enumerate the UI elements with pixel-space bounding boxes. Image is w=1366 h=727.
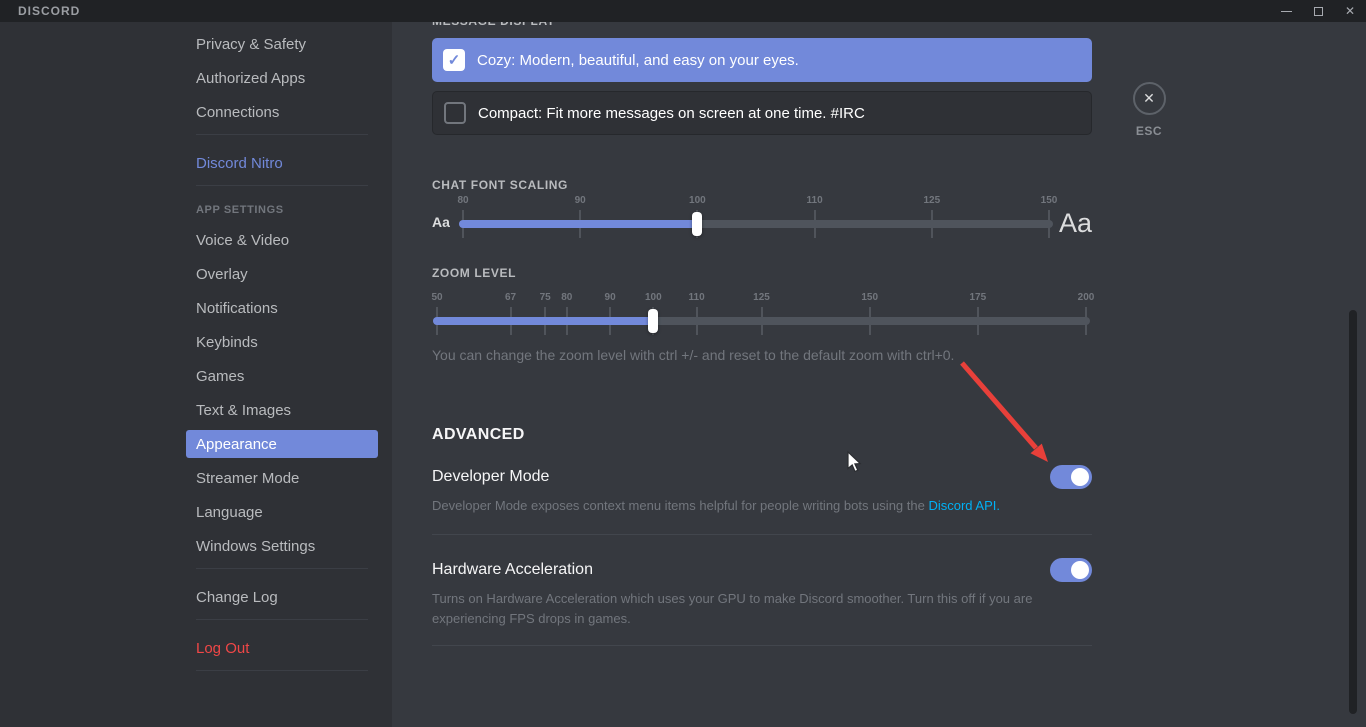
tick-label: 110 xyxy=(807,195,823,206)
description-text: Developer Mode exposes context menu item… xyxy=(432,498,928,513)
zoom-level-track[interactable] xyxy=(433,317,1090,325)
check-icon: ✓ xyxy=(448,51,461,69)
tick-label: 110 xyxy=(689,292,705,303)
close-settings-button[interactable]: ✕ xyxy=(1133,82,1166,115)
slider-fill xyxy=(459,220,699,228)
tick-label: 75 xyxy=(540,292,551,303)
tick-label: 150 xyxy=(861,292,878,303)
tick-label: 175 xyxy=(969,292,986,303)
sidebar-item-windows-settings[interactable]: Windows Settings xyxy=(186,532,378,560)
close-button[interactable]: ✕ xyxy=(1334,0,1366,22)
tick-label: 90 xyxy=(575,195,586,206)
sidebar-item-log-out[interactable]: Log Out xyxy=(186,634,378,662)
tick-label: 67 xyxy=(505,292,516,303)
chat-font-scaling-slider: 80 90 100 110 125 150 xyxy=(463,196,1049,242)
titlebar: DISCORD ✕ xyxy=(0,0,1366,22)
developer-mode-label: Developer Mode xyxy=(432,468,549,486)
sidebar-item-connections[interactable]: Connections xyxy=(186,98,378,126)
discord-settings-window: DISCORD ✕ Privacy & Safety Authorized Ap… xyxy=(0,0,1366,727)
hardware-acceleration-label: Hardware Acceleration xyxy=(432,561,593,579)
close-settings: ✕ ESC xyxy=(1123,82,1175,138)
font-scale-max-sample: Aa xyxy=(1052,208,1092,238)
minimize-icon xyxy=(1281,11,1292,12)
sidebar-divider xyxy=(196,619,368,620)
hardware-acceleration-toggle[interactable] xyxy=(1050,558,1092,582)
window-controls: ✕ xyxy=(1270,0,1366,22)
sidebar-item-text-images[interactable]: Text & Images xyxy=(186,396,378,424)
tick-label: 125 xyxy=(923,195,940,206)
zoom-help-text: You can change the zoom level with ctrl … xyxy=(432,347,1092,363)
sidebar-item-games[interactable]: Games xyxy=(186,362,378,390)
appearance-settings-panel: MESSAGE DISPLAY ✓ Cozy: Modern, beautifu… xyxy=(392,22,1366,727)
tick-label: 90 xyxy=(605,292,616,303)
sidebar-item-change-log[interactable]: Change Log xyxy=(186,583,378,611)
compact-label: Compact: Fit more messages on screen at … xyxy=(478,105,865,122)
minimize-button[interactable] xyxy=(1270,0,1302,22)
section-divider xyxy=(432,645,1092,646)
compact-checkbox[interactable] xyxy=(444,102,466,124)
tick-label: 150 xyxy=(1041,195,1058,206)
sidebar-divider xyxy=(196,185,368,186)
tick-label: 200 xyxy=(1078,292,1095,303)
sidebar-divider xyxy=(196,568,368,569)
sidebar-item-language[interactable]: Language xyxy=(186,498,378,526)
sidebar-item-privacy-safety[interactable]: Privacy & Safety xyxy=(186,30,378,58)
toggle-knob xyxy=(1071,561,1089,579)
cozy-checkbox[interactable]: ✓ xyxy=(443,49,465,71)
close-icon: ✕ xyxy=(1143,90,1155,107)
advanced-header: ADVANCED xyxy=(432,426,525,444)
settings-sidebar: Privacy & Safety Authorized Apps Connect… xyxy=(0,22,392,727)
close-icon: ✕ xyxy=(1345,5,1355,17)
sidebar-item-voice-video[interactable]: Voice & Video xyxy=(186,226,378,254)
sidebar-item-notifications[interactable]: Notifications xyxy=(186,294,378,322)
zoom-level-handle[interactable] xyxy=(648,309,658,333)
chat-font-scaling-track[interactable] xyxy=(459,220,1053,228)
sidebar-item-discord-nitro[interactable]: Discord Nitro xyxy=(186,149,378,177)
tick-label: 125 xyxy=(753,292,770,303)
tick-label: 100 xyxy=(645,292,662,303)
maximize-icon xyxy=(1314,7,1323,16)
discord-api-link[interactable]: Discord API. xyxy=(928,498,1000,513)
message-display-header: MESSAGE DISPLAY xyxy=(432,22,555,28)
cozy-option[interactable]: ✓ Cozy: Modern, beautiful, and easy on y… xyxy=(432,38,1092,82)
slider-fill xyxy=(433,317,655,325)
chat-font-scaling-header: CHAT FONT SCALING xyxy=(432,178,568,192)
tick-label: 100 xyxy=(689,195,706,206)
zoom-level-slider: 50 67 75 80 90 100 110 125 150 175 200 xyxy=(437,293,1086,339)
sidebar-divider xyxy=(196,670,368,671)
sidebar-item-authorized-apps[interactable]: Authorized Apps xyxy=(186,64,378,92)
scrollbar-thumb[interactable] xyxy=(1349,310,1357,714)
hardware-acceleration-description: Turns on Hardware Acceleration which use… xyxy=(432,589,1092,629)
tick-label: 80 xyxy=(561,292,572,303)
developer-mode-description: Developer Mode exposes context menu item… xyxy=(432,496,1092,516)
sidebar-item-appearance[interactable]: Appearance xyxy=(186,430,378,458)
tick-label: 80 xyxy=(457,195,468,206)
compact-option[interactable]: Compact: Fit more messages on screen at … xyxy=(432,91,1092,135)
toggle-knob xyxy=(1071,468,1089,486)
section-divider xyxy=(432,534,1092,535)
esc-label: ESC xyxy=(1123,124,1175,138)
developer-mode-toggle[interactable] xyxy=(1050,465,1092,489)
sidebar-divider xyxy=(196,134,368,135)
chat-font-scaling-handle[interactable] xyxy=(692,212,702,236)
sidebar-item-keybinds[interactable]: Keybinds xyxy=(186,328,378,356)
sidebar-item-streamer-mode[interactable]: Streamer Mode xyxy=(186,464,378,492)
tick-label: 50 xyxy=(431,292,442,303)
discord-logo: DISCORD xyxy=(18,4,80,18)
cozy-label: Cozy: Modern, beautiful, and easy on you… xyxy=(477,52,799,69)
settings-nav: Privacy & Safety Authorized Apps Connect… xyxy=(186,30,378,685)
sidebar-item-overlay[interactable]: Overlay xyxy=(186,260,378,288)
app-settings-header: APP SETTINGS xyxy=(186,200,378,220)
font-scale-min-sample: Aa xyxy=(432,214,450,230)
maximize-button[interactable] xyxy=(1302,0,1334,22)
zoom-level-header: ZOOM LEVEL xyxy=(432,266,516,280)
